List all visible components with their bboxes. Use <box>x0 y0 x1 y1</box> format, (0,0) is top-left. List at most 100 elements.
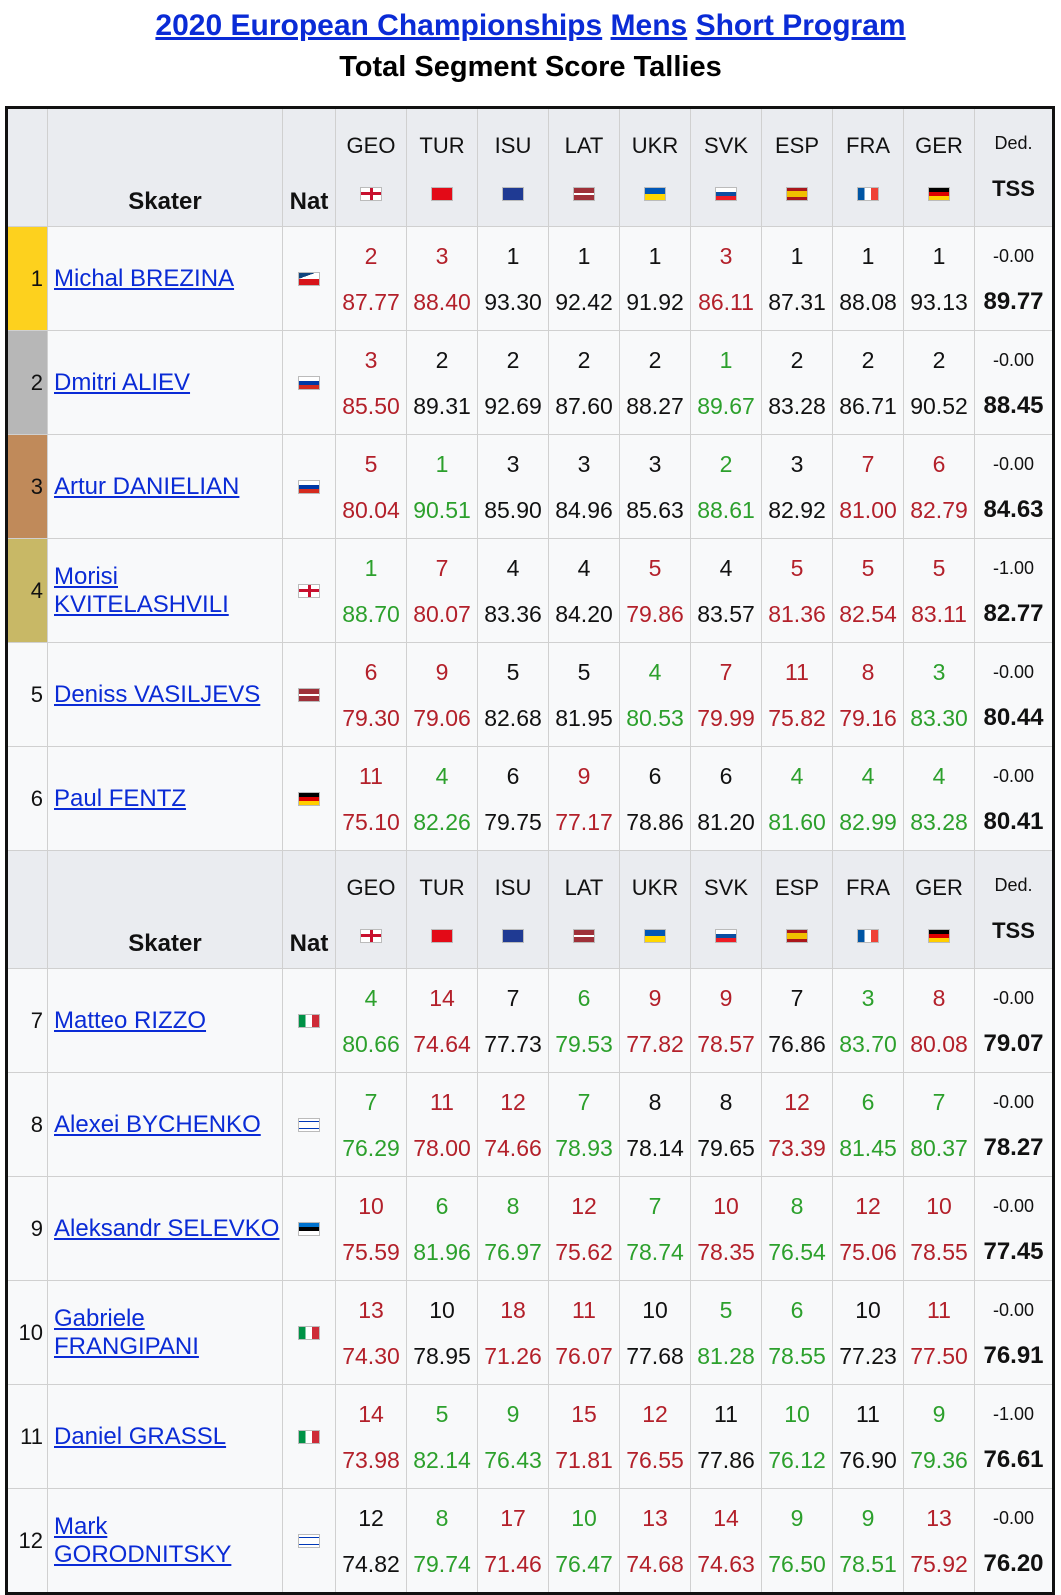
judge-score-cell: 11 76.90 <box>832 1384 904 1489</box>
judge-score: 76.55 <box>626 1446 684 1473</box>
skater-link[interactable]: Michal BREZINA <box>54 265 234 292</box>
judge-rank: 2 <box>435 346 449 373</box>
judge-score-cell: 7 78.93 <box>548 1072 620 1177</box>
table-row: 10 Gabriele FRANGIPANI 13 74.30 10 78.95 18 71.… <box>6 1280 1054 1385</box>
skater-link[interactable]: Paul FENTZ <box>54 785 186 812</box>
skater-link[interactable]: Artur DANIELIAN <box>54 473 239 500</box>
judge-rank: 10 <box>855 1296 881 1323</box>
header-judge-esp: ESP <box>761 850 833 969</box>
judge-rank: 11 <box>927 1296 951 1323</box>
skater-link[interactable]: Mark GORODNITSKY <box>54 1513 231 1568</box>
judge-rank: 4 <box>435 762 449 789</box>
judge-score: 75.92 <box>910 1550 968 1577</box>
judge-score-cell: 13 75.92 <box>903 1488 975 1594</box>
judge-rank: 5 <box>506 658 520 685</box>
judge-rank: 10 <box>642 1296 668 1323</box>
judge-score: 88.70 <box>342 600 400 627</box>
judge-score-cell: 2 88.61 <box>690 434 762 539</box>
judge-rank: 11 <box>572 1296 596 1323</box>
skater-link[interactable]: Deniss VASILJEVS <box>54 681 260 708</box>
deduction-value: -1.00 <box>992 557 1035 578</box>
judge-score: 87.77 <box>342 288 400 315</box>
judge-score: 81.28 <box>697 1342 755 1369</box>
skater-link[interactable]: Alexei BYCHENKO <box>54 1111 261 1138</box>
judge-score-cell: 6 78.86 <box>619 746 691 851</box>
nat-flag-rus-icon <box>298 375 320 390</box>
judge-rank: 17 <box>500 1504 526 1531</box>
header-judge-fra: FRA <box>832 850 904 969</box>
tss-value: 76.61 <box>983 1445 1044 1473</box>
judge-rank: 11 <box>359 762 383 789</box>
rank-cell: 3 <box>6 434 48 539</box>
judge-rank: 9 <box>577 762 591 789</box>
judge-score-cell: 4 81.60 <box>761 746 833 851</box>
judge-score-cell: 9 78.57 <box>690 968 762 1073</box>
skater-link[interactable]: Aleksandr SELEVKO <box>54 1215 279 1242</box>
skater-link[interactable]: Dmitri ALIEV <box>54 369 190 396</box>
judge-score: 77.23 <box>839 1342 897 1369</box>
flag-esp-icon <box>786 928 808 943</box>
judge-score: 83.36 <box>484 600 542 627</box>
judge-rank: 10 <box>926 1192 952 1219</box>
judge-score-cell: 2 86.71 <box>832 330 904 435</box>
judge-score: 75.06 <box>839 1238 897 1265</box>
rank-cell: 7 <box>6 968 48 1073</box>
judge-rank: 4 <box>932 762 946 789</box>
judge-score-cell: 6 78.55 <box>761 1280 833 1385</box>
judge-score-cell: 4 82.26 <box>406 746 478 851</box>
skater-link[interactable]: Matteo RIZZO <box>54 1007 206 1034</box>
judge-score: 80.53 <box>626 704 684 731</box>
judge-score-cell: 9 79.36 <box>903 1384 975 1489</box>
judge-score-cell: 1 90.51 <box>406 434 478 539</box>
judge-rank: 6 <box>435 1192 449 1219</box>
judge-score-cell: 13 74.30 <box>335 1280 407 1385</box>
skater-link[interactable]: Morisi KVITELASHVILI <box>54 563 229 618</box>
judge-score: 78.55 <box>768 1342 826 1369</box>
header-judge-ukr: UKR <box>619 107 691 227</box>
judge-rank: 12 <box>358 1504 384 1531</box>
ded-tss-cell: -0.00 84.63 <box>974 434 1054 539</box>
title-link-short-program[interactable]: Short Program <box>696 9 906 42</box>
judge-rank: 12 <box>855 1192 881 1219</box>
ded-tss-cell: -0.00 78.27 <box>974 1072 1054 1177</box>
judge-score: 71.46 <box>484 1550 542 1577</box>
judge-rank: 6 <box>506 762 520 789</box>
judge-score: 90.52 <box>910 392 968 419</box>
judge-score-cell: 10 78.55 <box>903 1176 975 1281</box>
judge-rank: 13 <box>358 1296 384 1323</box>
title-link-mens[interactable]: Mens <box>611 9 688 42</box>
judge-rank: 3 <box>435 242 449 269</box>
judge-score-cell: 7 80.37 <box>903 1072 975 1177</box>
judge-code: LAT <box>564 132 604 158</box>
nat-cell <box>282 746 336 851</box>
judge-rank: 12 <box>784 1088 810 1115</box>
judge-rank: 9 <box>719 984 733 1011</box>
judge-rank: 2 <box>506 346 520 373</box>
skater-link[interactable]: Daniel GRASSL <box>54 1423 226 1450</box>
judge-score: 85.50 <box>342 392 400 419</box>
tss-value: 80.41 <box>983 807 1044 835</box>
judge-score-cell: 1 91.92 <box>619 226 691 331</box>
judge-score-cell: 8 76.54 <box>761 1176 833 1281</box>
judge-score-cell: 14 74.64 <box>406 968 478 1073</box>
header-ded: Ded. <box>994 875 1033 895</box>
table-row: 6 Paul FENTZ 11 75.10 4 82.26 6 79.75 9 77.17 6 78.… <box>6 746 1054 851</box>
nat-cell <box>282 1488 336 1594</box>
ded-tss-cell: -1.00 76.61 <box>974 1384 1054 1489</box>
header-ded-tss: Ded. TSS <box>974 107 1054 227</box>
title-link-championship[interactable]: 2020 European Championships <box>155 9 602 42</box>
ded-tss-cell: -0.00 79.07 <box>974 968 1054 1073</box>
skater-link[interactable]: Gabriele FRANGIPANI <box>54 1305 199 1360</box>
judge-score: 84.20 <box>555 600 613 627</box>
flag-geo-icon <box>360 186 382 201</box>
skater-cell: Aleksandr SELEVKO <box>47 1176 283 1281</box>
judge-score: 78.93 <box>555 1134 613 1161</box>
deduction-value: -0.00 <box>992 987 1035 1008</box>
rank-cell: 4 <box>6 538 48 643</box>
judge-score: 87.31 <box>768 288 826 315</box>
judge-score-cell: 5 80.04 <box>335 434 407 539</box>
judge-rank: 1 <box>861 242 875 269</box>
judge-rank: 10 <box>784 1400 810 1427</box>
judge-score-cell: 1 93.30 <box>477 226 549 331</box>
judge-score-cell: 5 83.11 <box>903 538 975 643</box>
